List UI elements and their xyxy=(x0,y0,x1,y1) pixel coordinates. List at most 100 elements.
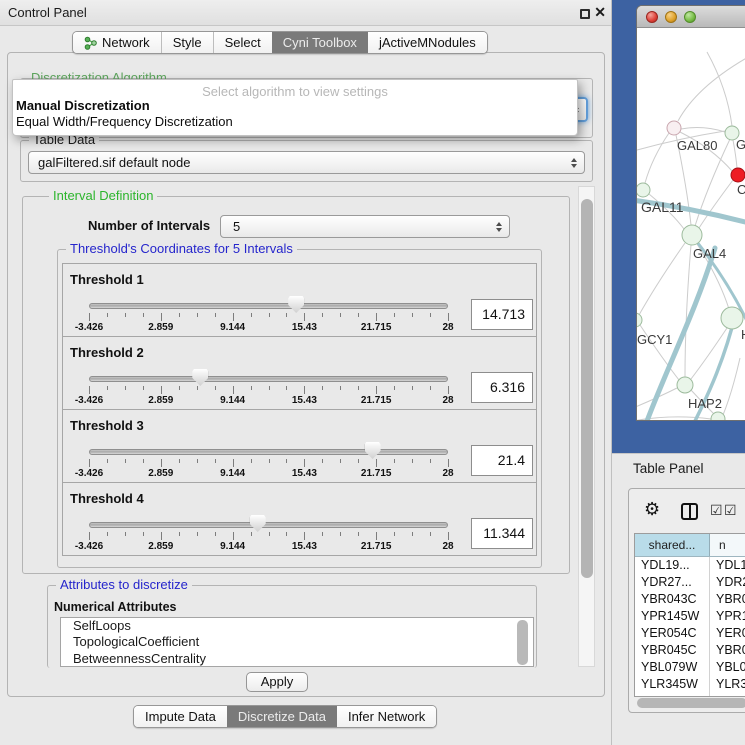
algorithm-item-manual-discretization[interactable]: Manual Discretization xyxy=(13,98,577,114)
threshold-1-slider-track[interactable] xyxy=(89,303,448,309)
node-gal80[interactable] xyxy=(667,121,681,135)
scale-label: 15.43 xyxy=(292,395,317,406)
table-data-combobox[interactable]: galFiltered.sif default node xyxy=(28,151,585,174)
table-row[interactable]: YLR345WYLR3 xyxy=(635,676,745,693)
threshold-3-slider-track[interactable] xyxy=(89,449,448,455)
threshold-3-label: Threshold 3 xyxy=(70,418,144,433)
table-cell[interactable]: YBR0 xyxy=(710,591,745,608)
table-cell[interactable]: YIL0 xyxy=(710,693,745,697)
tick-mark xyxy=(448,313,449,321)
threshold-3-slider-thumb[interactable] xyxy=(365,442,381,459)
tab-impute-data[interactable]: Impute Data xyxy=(134,706,227,727)
close-icon[interactable]: ✕ xyxy=(594,4,606,21)
table-cell[interactable]: YBR043C xyxy=(635,591,710,608)
threshold-1-value-field[interactable]: 14.713 xyxy=(471,299,533,330)
tick-mark xyxy=(269,532,270,536)
tick-mark xyxy=(322,459,323,463)
threshold-3-value-field[interactable]: 21.4 xyxy=(471,445,533,476)
threshold-4-slider-thumb[interactable] xyxy=(250,515,266,532)
threshold-2-value-field[interactable]: 6.316 xyxy=(471,372,533,403)
scale-label: 21.715 xyxy=(361,468,392,479)
threshold-4-slider-track[interactable] xyxy=(89,522,448,528)
table-row[interactable]: YBL079WYBL0 xyxy=(635,659,745,676)
discretization-algorithm-group-label: Discretization Algorithm xyxy=(28,70,170,79)
table-cell[interactable]: YDL1 xyxy=(710,557,745,574)
table-cell[interactable]: YPR145W xyxy=(635,608,710,625)
node-gal11[interactable] xyxy=(637,183,650,197)
table-panel: ⚙ ☑ ☑ shared... n YDL19...YDL1YDR27...YD… xyxy=(628,488,745,713)
threshold-2-slider-track[interactable] xyxy=(89,376,448,382)
column-header-name[interactable]: n xyxy=(710,534,745,556)
table-cell[interactable]: YDR27... xyxy=(635,574,710,591)
table-row[interactable]: YPR145WYPR1 xyxy=(635,608,745,625)
node[interactable] xyxy=(711,412,725,421)
tab-jactivemnodules[interactable]: jActiveMNodules xyxy=(368,32,487,53)
table-row[interactable]: YER054CYER0 xyxy=(635,625,745,642)
tab-cyni-toolbox[interactable]: Cyni Toolbox xyxy=(272,32,368,53)
tick-mark xyxy=(286,313,287,317)
table-horizontal-scrollbar[interactable] xyxy=(637,698,745,708)
threshold-2-slider-thumb[interactable] xyxy=(192,369,208,386)
table-cell[interactable]: YPR1 xyxy=(710,608,745,625)
node-hap2[interactable] xyxy=(677,377,693,393)
table-cell[interactable]: YBL079W xyxy=(635,659,710,676)
algorithm-item-equal-width-frequency[interactable]: Equal Width/Frequency Discretization xyxy=(13,114,577,130)
table-data-selected-value: galFiltered.sif default node xyxy=(38,155,190,170)
numerical-attributes-label: Numerical Attributes xyxy=(54,600,176,614)
table-row[interactable]: YDR27...YDR2 xyxy=(635,574,745,591)
tab-discretize-data[interactable]: Discretize Data xyxy=(227,706,337,727)
attribute-list-item[interactable]: SelfLoops xyxy=(61,618,533,634)
table-cell[interactable]: YDR2 xyxy=(710,574,745,591)
attribute-list-item[interactable]: BetweennessCentrality xyxy=(61,651,533,667)
table-cell[interactable]: YLR3 xyxy=(710,676,745,693)
table-cell[interactable]: YDL19... xyxy=(635,557,710,574)
apply-button[interactable]: Apply xyxy=(246,672,308,692)
threshold-4-value-field[interactable]: 11.344 xyxy=(471,518,533,549)
network-canvas[interactable]: GAL80 GA C GAL11 GAL4 GCY1 H HAP2 xyxy=(637,28,745,421)
column-header-shared-name[interactable]: shared... xyxy=(635,534,710,556)
table-cell[interactable]: YER054C xyxy=(635,625,710,642)
slider-ticks xyxy=(89,532,448,541)
threshold-1-slider-thumb[interactable] xyxy=(288,296,304,313)
attribute-list-item[interactable]: TopologicalCoefficient xyxy=(61,634,533,650)
table-cell[interactable]: YIL052C xyxy=(635,693,710,697)
minimize-traffic-light-icon[interactable] xyxy=(665,11,677,23)
numerical-attributes-list[interactable]: SelfLoopsTopologicalCoefficientBetweenne… xyxy=(60,617,534,667)
table-cell[interactable]: YBR0 xyxy=(710,642,745,659)
tab-infer-network[interactable]: Infer Network xyxy=(337,706,436,727)
table-row[interactable]: YBR043CYBR0 xyxy=(635,591,745,608)
zoom-traffic-light-icon[interactable] xyxy=(684,11,696,23)
gear-icon[interactable]: ⚙ xyxy=(644,499,660,520)
table-row[interactable]: YDL19...YDL1 xyxy=(635,557,745,574)
tab-style[interactable]: Style xyxy=(161,32,213,53)
node-gal4[interactable] xyxy=(682,225,702,245)
tick-mark xyxy=(197,386,198,390)
tab-network[interactable]: Network xyxy=(73,32,161,53)
table-cell[interactable]: YBR045C xyxy=(635,642,710,659)
node-selected-red[interactable] xyxy=(731,168,745,182)
number-of-intervals-combobox[interactable]: 5 xyxy=(220,215,510,238)
network-window-titlebar[interactable] xyxy=(637,6,745,28)
tab-select[interactable]: Select xyxy=(213,32,272,53)
checkbox-icon[interactable]: ☑ xyxy=(724,502,737,519)
node-label: HAP2 xyxy=(688,396,722,411)
content-scrollbar-track[interactable] xyxy=(578,186,595,667)
table-cell[interactable]: YER0 xyxy=(710,625,745,642)
table-row[interactable]: YIL052CYIL0 xyxy=(635,693,745,697)
attributes-list-scrollbar[interactable] xyxy=(517,620,528,665)
node-gcy1[interactable] xyxy=(637,313,642,327)
table-cell[interactable]: YLR345W xyxy=(635,676,710,693)
tick-mark xyxy=(251,459,252,463)
bottom-tabstrip: Impute Data Discretize Data Infer Networ… xyxy=(133,705,437,728)
tick-mark xyxy=(340,386,341,390)
algorithm-hint-item[interactable]: Select algorithm to view settings xyxy=(13,80,577,98)
table-row[interactable]: YBR045CYBR0 xyxy=(635,642,745,659)
close-traffic-light-icon[interactable] xyxy=(646,11,658,23)
content-scrollbar-thumb[interactable] xyxy=(581,199,593,578)
split-columns-icon[interactable] xyxy=(681,503,698,520)
checkbox-icon[interactable]: ☑ xyxy=(710,502,723,519)
scale-label: 21.715 xyxy=(361,541,392,552)
table-cell[interactable]: YBL0 xyxy=(710,659,745,676)
node[interactable] xyxy=(721,307,743,329)
float-window-icon[interactable] xyxy=(580,9,590,19)
